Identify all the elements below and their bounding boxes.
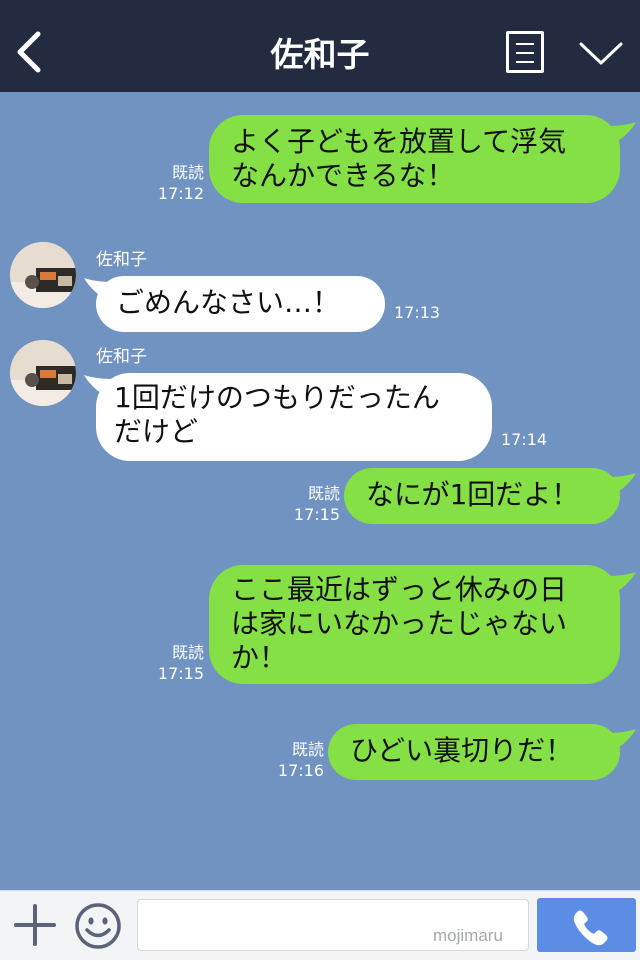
bubble-tail <box>606 122 636 146</box>
phone-icon <box>573 910 608 946</box>
avatar[interactable] <box>10 340 76 406</box>
message-text: なにが1回だよ！ <box>366 478 580 511</box>
message-text: なんかできるな！ <box>231 159 455 192</box>
message-time: 17:14 <box>501 430 548 449</box>
message-text: ひどい裏切りだ！ <box>350 734 574 767</box>
message-bubble-sent[interactable]: なにが1回だよ！ <box>344 468 620 524</box>
message-meta: 既読 17:16 <box>258 739 324 781</box>
message-time: 17:15 <box>293 505 340 524</box>
message-bubble-sent[interactable]: ひどい裏切りだ！ <box>328 724 620 780</box>
message-time: 17:13 <box>394 303 441 322</box>
menu-list-icon[interactable] <box>506 31 544 73</box>
chevron-down-icon[interactable] <box>578 38 624 68</box>
avatar-image <box>10 340 76 406</box>
bubble-tail <box>606 729 636 753</box>
message-bubble-received[interactable]: 1回だけのつもりだったん だけど <box>96 373 492 461</box>
message-time: 17:12 <box>157 184 204 203</box>
message-bubble-sent[interactable]: ここ最近はずっと休みの日 は家にいなかったじゃない か！ <box>209 565 620 684</box>
read-receipt: 既読 <box>291 740 324 759</box>
smile-icon[interactable] <box>74 902 122 950</box>
read-receipt: 既読 <box>171 163 204 182</box>
message-input-bar: mojimaru <box>0 890 640 960</box>
bubble-tail <box>606 572 636 596</box>
bubble-tail <box>606 473 636 497</box>
message-text: だけど <box>114 415 199 448</box>
chat-area[interactable]: 既読 17:12 よく子どもを放置して浮気 なんかできるな！ 佐和子 ごめんなさ… <box>0 92 640 890</box>
sender-name: 佐和子 <box>96 250 147 270</box>
message-text: 1回だけのつもりだったん <box>114 381 440 414</box>
message-time: 17:15 <box>157 664 204 683</box>
message-text: ごめんなさい…！ <box>116 286 341 319</box>
chat-title: 佐和子 <box>270 35 370 74</box>
message-text: ここ最近はずっと休みの日 <box>231 573 568 606</box>
watermark: mojimaru <box>433 926 503 945</box>
message-text: は家にいなかったじゃない <box>231 607 568 640</box>
message-meta: 既読 17:15 <box>274 483 340 525</box>
read-receipt: 既読 <box>307 484 340 503</box>
message-meta: 既読 17:15 <box>140 642 204 684</box>
chat-header: 佐和子 <box>0 0 640 92</box>
message-text: か！ <box>231 641 288 674</box>
message-text: よく子どもを放置して浮気 <box>231 125 567 158</box>
avatar[interactable] <box>10 242 76 308</box>
message-meta: 既読 17:12 <box>140 162 204 204</box>
read-receipt: 既読 <box>171 643 204 662</box>
message-bubble-received[interactable]: ごめんなさい…！ <box>96 276 385 332</box>
plus-icon[interactable] <box>14 904 56 946</box>
message-time: 17:16 <box>277 761 324 780</box>
avatar-image <box>10 242 76 308</box>
sender-name: 佐和子 <box>96 347 147 367</box>
message-bubble-sent[interactable]: よく子どもを放置して浮気 なんかできるな！ <box>209 115 620 203</box>
call-button[interactable] <box>537 898 636 952</box>
